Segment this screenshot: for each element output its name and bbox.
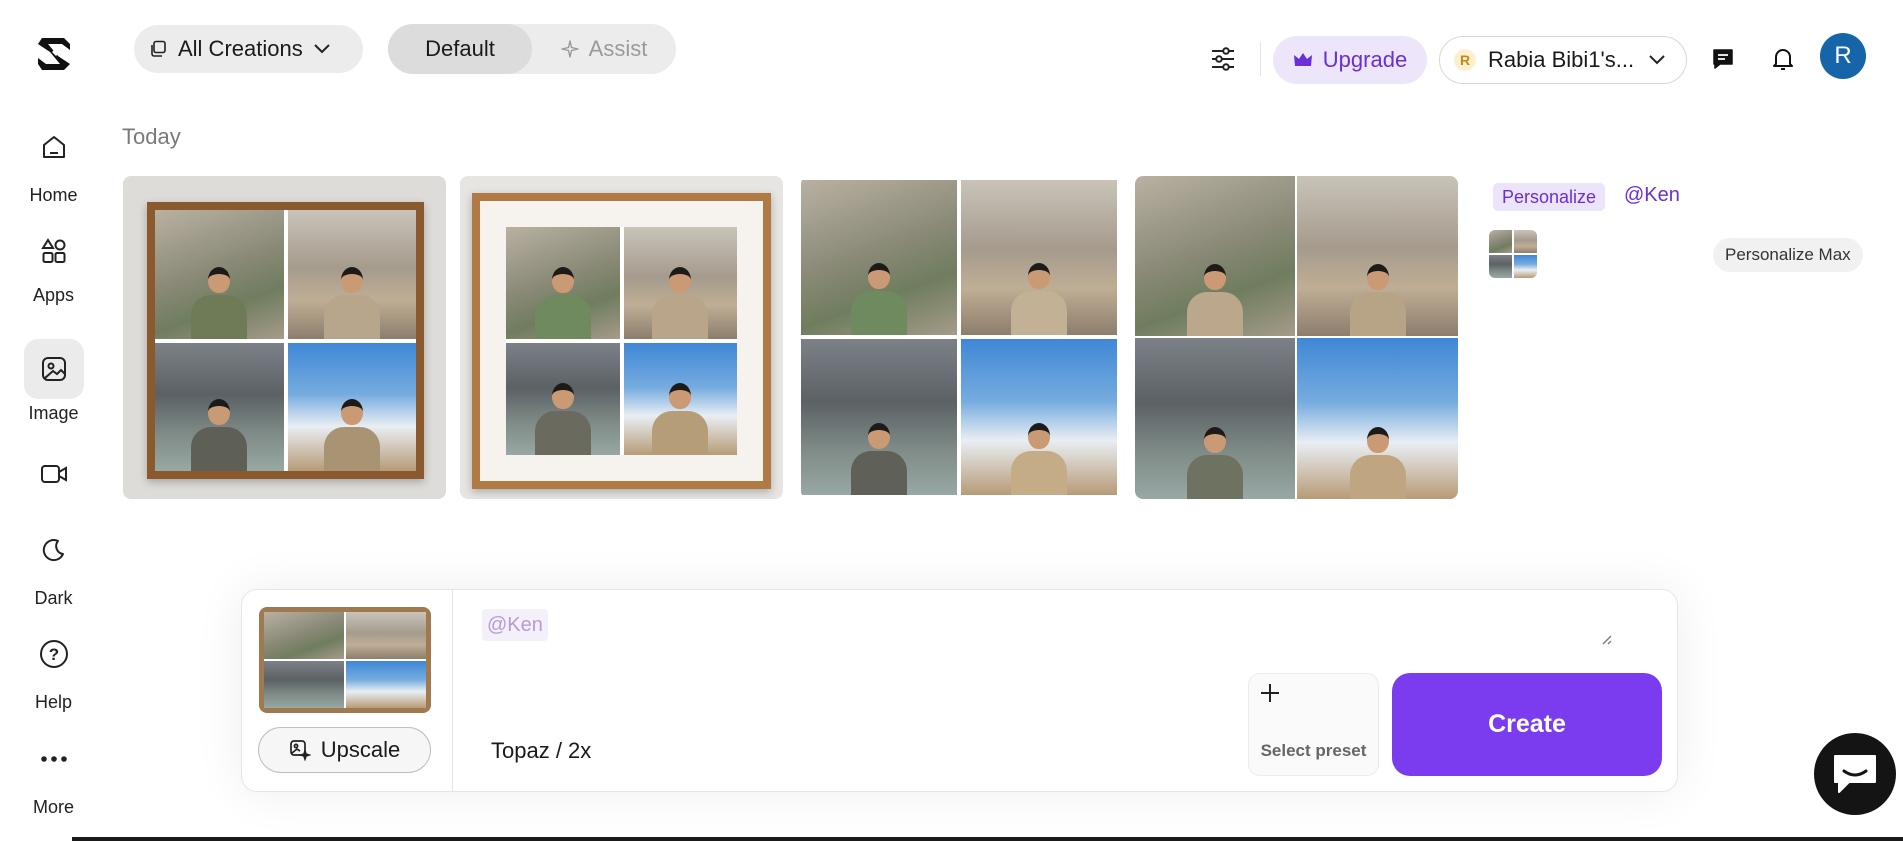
sidebar-item-label: Dark [34,588,73,608]
sidebar-item-label: Apps [32,285,75,305]
mode-default-tab[interactable]: Default [388,24,532,74]
app-logo[interactable] [34,34,74,74]
model-selector[interactable]: Topaz / 2x [491,738,591,764]
more-icon [24,729,84,789]
chat-bubble-icon [1713,49,1733,69]
moon-icon [24,520,84,580]
upscale-image-icon [289,740,311,761]
sidebar-item-help[interactable]: ? Help [0,624,107,713]
personalize-tag: Personalize [1493,183,1606,211]
mode-toggle: Default Assist [388,24,676,74]
sidebar-item-more[interactable]: More [0,729,107,818]
stack-icon [151,40,166,57]
image-icon [23,339,84,399]
collage-image [472,193,771,489]
creation-card[interactable] [123,176,446,499]
creation-card[interactable] [801,176,1124,499]
creation-card[interactable] [1135,176,1458,499]
all-creations-label: All Creations [178,36,303,61]
upgrade-label: Upgrade [1322,47,1408,72]
sidebar-item-image[interactable]: Image [0,339,107,424]
help-icon: ? [24,624,84,684]
sidebar-item-video[interactable] [0,444,107,504]
collage-image [801,180,957,335]
collage-image [1135,338,1295,499]
resize-handle-icon[interactable] [1600,633,1612,645]
upgrade-button[interactable]: Upgrade [1273,36,1427,84]
mode-default-label: Default [425,36,495,61]
personalize-mention: @Ken [1624,184,1680,206]
mode-assist-tab[interactable]: Assist [532,24,676,74]
topbar-divider [1260,42,1261,76]
all-creations-dropdown[interactable]: All Creations [134,25,363,73]
reference-image-thumbnail[interactable] [259,607,431,713]
sidebar-item-label: More [32,797,74,817]
collage-image [801,339,957,495]
collage-image [1135,176,1295,336]
prompt-composer: Upscale @Ken Topaz / 2x Select preset Cr… [241,589,1678,792]
chevron-down-icon [1649,55,1665,65]
apps-icon [24,221,84,281]
plus-icon [1261,684,1279,702]
collage-image [961,180,1117,335]
home-icon [24,117,84,177]
user-avatar[interactable]: R [1820,33,1866,79]
avatar-initial: R [1834,42,1852,69]
bell-icon [1773,49,1793,70]
sidebar-item-label: Help [34,692,73,712]
sliders-icon [1212,47,1234,71]
collage-image [961,339,1117,495]
select-preset-button[interactable]: Select preset [1248,673,1379,776]
sidebar: Home Apps Image Dark ? Help More [0,0,107,841]
notifications-button[interactable] [1766,42,1800,76]
collage-image [147,202,424,479]
crown-icon [1293,53,1312,66]
sidebar-item-label: Image [28,403,79,423]
chat-support-icon [1834,755,1876,793]
feedback-button[interactable] [1706,42,1740,76]
select-preset-label: Select preset [1260,741,1367,760]
sidebar-item-apps[interactable]: Apps [0,221,107,306]
video-icon [24,444,84,504]
creation-card[interactable] [460,176,783,499]
create-button[interactable]: Create [1392,673,1662,776]
account-initial-badge: R [1454,49,1476,71]
sidebar-item-home[interactable]: Home [0,117,107,206]
support-chat-button[interactable] [1814,733,1896,815]
upscale-button[interactable]: Upscale [258,727,431,773]
collage-image [1297,338,1458,499]
section-heading-today: Today [122,124,181,149]
create-label: Create [1488,710,1566,738]
personalize-thumbnail[interactable] [1489,230,1537,278]
settings-sliders-button[interactable] [1207,43,1239,75]
mode-assist-label: Assist [588,36,648,61]
reference-image-panel: Upscale [242,590,453,791]
account-name: Rabia Bibi1's... [1488,47,1635,72]
account-switcher[interactable]: R Rabia Bibi1's... [1439,36,1687,84]
window-bottom-edge [72,837,1903,841]
sidebar-item-label: Home [29,185,78,205]
svg-text:?: ? [48,645,58,664]
prompt-input[interactable]: @Ken [482,609,548,641]
upscale-label: Upscale [320,737,401,762]
sparkle-icon [560,40,579,58]
chevron-down-icon [314,44,330,54]
logo-icon [38,38,70,70]
collage-image [1297,176,1458,336]
sidebar-item-dark[interactable]: Dark [0,520,107,609]
personalize-max-badge[interactable]: Personalize Max [1713,238,1863,272]
